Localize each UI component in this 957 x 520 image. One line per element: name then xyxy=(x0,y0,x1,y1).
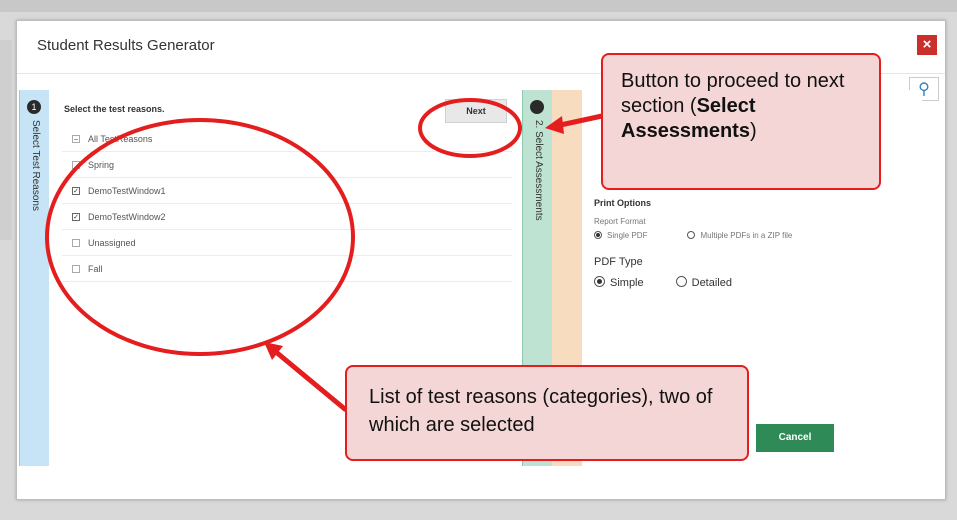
checkbox[interactable]: ✓ xyxy=(72,186,80,195)
dialog-title: Student Results Generator xyxy=(37,37,215,54)
list-item[interactable]: Spring xyxy=(62,152,512,178)
radio-button[interactable] xyxy=(594,276,605,287)
pdf-type-detailed[interactable]: Detailed xyxy=(675,276,732,289)
format-option-single[interactable]: Single PDF xyxy=(594,231,647,240)
format-option-multiple[interactable]: Multiple PDFs in a ZIP file xyxy=(687,231,792,240)
reason-label: Fall xyxy=(88,263,103,274)
test-reasons-list: – All TestReasons Spring ✓ DemoTestWindo… xyxy=(62,126,512,282)
list-item[interactable]: Fall xyxy=(62,256,512,282)
checkbox[interactable]: ✓ xyxy=(72,212,80,221)
test-reasons-prompt: Select the test reasons. xyxy=(64,104,165,114)
close-icon[interactable]: × xyxy=(917,35,937,55)
list-item[interactable]: Unassigned xyxy=(62,230,512,256)
step-1-tab[interactable]: 1 Select Test Reasons xyxy=(19,90,49,466)
pdf-type-options: Simple Detailed xyxy=(594,276,732,289)
report-format-label: Report Format xyxy=(594,217,646,226)
reason-label: Spring xyxy=(88,159,115,170)
step-1-number: 1 xyxy=(27,100,41,114)
checkbox[interactable] xyxy=(72,238,80,247)
next-button-callout: Button to proceed to next section (Selec… xyxy=(601,53,881,190)
radio-button[interactable] xyxy=(687,231,696,239)
radio-button[interactable] xyxy=(594,231,602,239)
list-item[interactable]: ✓ DemoTestWindow2 xyxy=(62,204,512,230)
cancel-button[interactable]: Cancel xyxy=(756,424,834,452)
reason-label: Unassigned xyxy=(88,237,136,248)
checkbox[interactable]: – xyxy=(72,134,80,143)
background-topbar xyxy=(0,0,957,12)
list-item[interactable]: ✓ DemoTestWindow1 xyxy=(62,178,512,204)
reason-label: DemoTestWindow2 xyxy=(88,211,166,222)
step-2-label: 2. Select Assessments xyxy=(533,120,544,221)
list-item[interactable]: – All TestReasons xyxy=(62,126,512,152)
test-reasons-callout: List of test reasons (categories), two o… xyxy=(345,365,749,461)
pdf-type-label: PDF Type xyxy=(594,256,643,268)
pdf-type-simple[interactable]: Simple xyxy=(594,276,644,289)
report-format-options: Single PDF Multiple PDFs in a ZIP file xyxy=(594,231,792,240)
background-sidebar xyxy=(0,40,12,240)
checkbox[interactable] xyxy=(72,264,80,273)
checkbox[interactable] xyxy=(72,160,80,169)
next-button[interactable]: Next xyxy=(445,99,507,123)
step-1-label: Select Test Reasons xyxy=(30,120,41,211)
radio-button[interactable] xyxy=(675,276,687,287)
step-2-number xyxy=(530,100,544,114)
reason-label: DemoTestWindow1 xyxy=(88,185,166,196)
reason-label: All TestReasons xyxy=(88,133,153,144)
print-options-header: Print Options xyxy=(594,198,651,208)
